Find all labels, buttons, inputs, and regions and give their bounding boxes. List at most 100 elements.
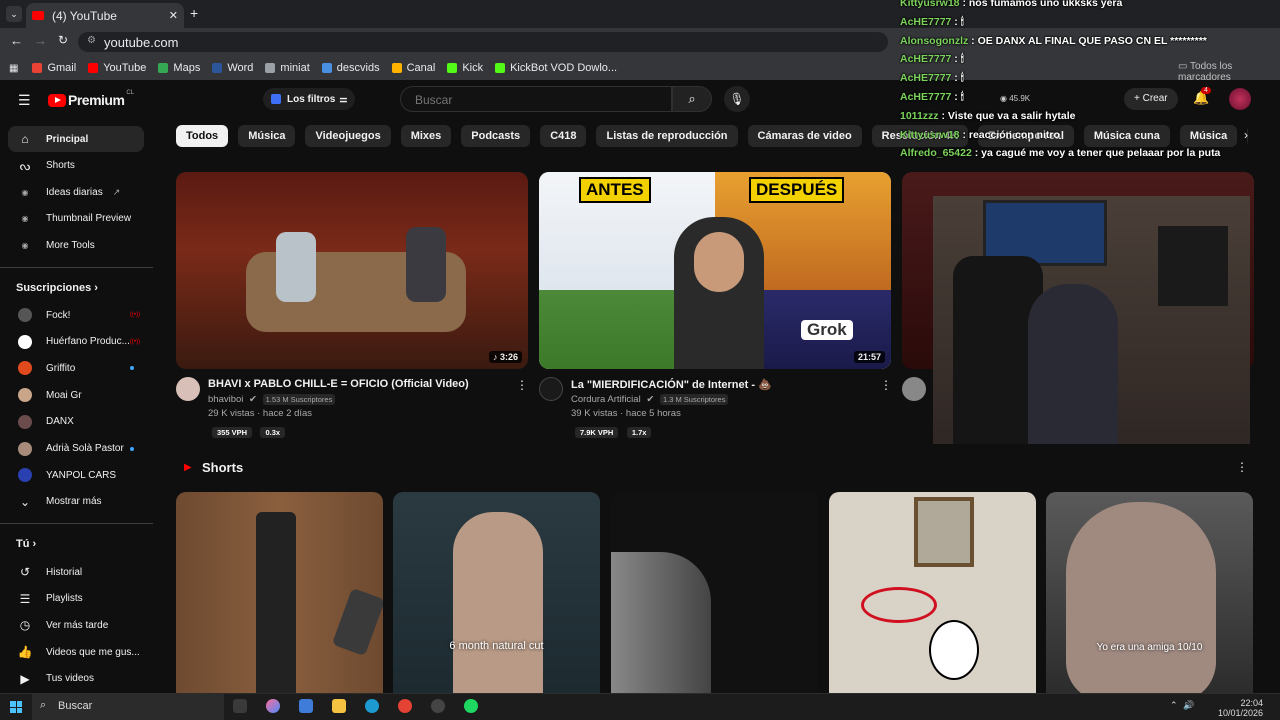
channel-name[interactable]: Cordura Artificial — [571, 394, 641, 405]
file-explorer-icon[interactable] — [332, 699, 346, 713]
stream-viewers: ◉ 45.9K — [1000, 94, 1030, 103]
reload-icon[interactable]: ↻ — [58, 33, 68, 47]
sidebar-item[interactable]: ◉ More Tools — [8, 232, 144, 258]
spotify-icon[interactable] — [464, 699, 478, 713]
apps-grid-icon[interactable]: ▦ — [9, 63, 18, 74]
short-thumbnail[interactable] — [176, 492, 383, 702]
obs-icon[interactable] — [431, 699, 445, 713]
sidebar-item[interactable]: ᔓ Shorts — [8, 153, 144, 179]
category-chip[interactable]: C418 — [540, 125, 587, 147]
notifications-button[interactable]: 🔔 4 — [1193, 87, 1211, 106]
browser-tab[interactable]: (4) YouTube ✕ — [26, 3, 184, 28]
subscription-item[interactable]: Moai Gr — [8, 382, 144, 408]
category-chip[interactable]: Todos — [176, 125, 229, 147]
subscriber-count: 1.53 M Suscriptores — [262, 394, 336, 405]
channel-name[interactable]: bhaviboi — [208, 394, 243, 405]
sidebar-item[interactable]: ◉ Ideas diarias ↗ — [8, 179, 144, 205]
subscriptions-heading[interactable]: Suscripciones › — [16, 282, 98, 294]
menu-icon[interactable]: ☰ — [18, 92, 31, 109]
clock[interactable]: 22:04 10/01/2026 — [1205, 698, 1263, 718]
voice-search-button[interactable]: 🎙 — [724, 86, 750, 112]
back-icon[interactable]: ← — [10, 33, 23, 48]
clock-date: 10/01/2026 — [1217, 708, 1263, 718]
sidebar-item[interactable]: ☰ Playlists — [8, 586, 144, 612]
you-heading[interactable]: Tú › — [16, 538, 36, 550]
bookmark-favicon-icon — [32, 63, 43, 73]
short-thumbnail[interactable] — [611, 492, 818, 702]
bookmark-label: YouTube — [103, 62, 147, 74]
shorts-more-icon[interactable]: ⋮ — [1236, 460, 1248, 474]
category-chip[interactable]: Música — [1179, 125, 1238, 147]
youtube-logo[interactable]: Premium CL — [48, 90, 134, 108]
subscription-item[interactable]: DANX — [8, 409, 144, 435]
logo-text: Premium — [68, 92, 125, 108]
windows-start-icon[interactable] — [10, 701, 22, 713]
short-thumbnail[interactable]: Yo era una amiga 10/10 — [1046, 492, 1253, 702]
channel-avatar[interactable] — [902, 377, 926, 401]
url-field[interactable]: ⚙ youtube.com — [78, 32, 888, 52]
category-chip[interactable]: Mixes — [400, 125, 452, 147]
sidebar-item[interactable]: ▶ Tus videos — [8, 666, 144, 692]
filters-button[interactable]: Los filtros ⚌ — [263, 88, 356, 110]
bookmark-item[interactable]: Kick — [447, 62, 483, 74]
task-view-icon[interactable] — [233, 699, 247, 713]
bookmark-item[interactable]: Maps — [158, 62, 200, 74]
chat-separator: : — [959, 0, 969, 9]
video-title[interactable]: La "MIERDIFICACIÓN" de Internet - 💩 — [571, 378, 772, 391]
bookmark-item[interactable]: Gmail — [32, 62, 76, 74]
subscription-item[interactable]: Huérfano Produc... ((•)) — [8, 329, 144, 355]
sidebar-item[interactable]: ◉ Thumbnail Preview — [8, 206, 144, 232]
tray-chevron-icon[interactable]: ⌃ — [1170, 700, 1178, 711]
search-input[interactable] — [413, 92, 663, 108]
channel-avatar[interactable] — [539, 377, 563, 401]
sidebar-item[interactable]: 👍 Videos que me gus... — [8, 639, 144, 665]
category-chip[interactable]: Música — [238, 125, 296, 147]
forward-icon[interactable]: → — [34, 33, 47, 48]
sidebar-item[interactable]: ◷ Ver más tarde — [8, 612, 144, 638]
video-title[interactable]: BHAVI x PABLO CHILL-E = OFICIO (Official… — [208, 378, 469, 390]
short-thumbnail[interactable]: 6 month natural cut — [393, 492, 600, 702]
more-options-icon[interactable]: ⋮ — [880, 378, 892, 392]
category-chip[interactable]: Cámaras de video — [747, 125, 862, 147]
subscription-item[interactable]: YANPOL CARS — [8, 462, 144, 488]
avatar[interactable] — [1229, 88, 1251, 110]
create-button[interactable]: + Crear — [1124, 88, 1178, 110]
site-info-icon[interactable]: ⚙ — [87, 35, 96, 46]
tab-search-button[interactable]: ⌄ — [6, 6, 22, 22]
bookmark-item[interactable]: YouTube — [88, 62, 146, 74]
channel-avatar[interactable] — [176, 377, 200, 401]
category-chip[interactable]: Videojuegos — [305, 125, 391, 147]
subscription-label: YANPOL CARS — [46, 469, 117, 481]
short-thumbnail[interactable] — [829, 492, 1036, 702]
volume-icon[interactable]: 🔊 — [1183, 700, 1194, 711]
more-options-icon[interactable]: ⋮ — [516, 378, 528, 392]
bookmark-label: Kick — [462, 62, 484, 74]
sidebar-item[interactable]: ⌂ Principal — [8, 126, 144, 152]
video-thumbnail[interactable]: ANTES DESPUÉS Grok 21:57 — [539, 172, 891, 369]
taskbar-search[interactable]: ⌕ Buscar — [32, 694, 224, 720]
show-more-button[interactable]: ⌄ Mostrar más — [8, 489, 144, 515]
bookmark-item[interactable]: descvids — [321, 62, 380, 74]
subscription-item[interactable]: Griffito — [8, 355, 144, 381]
sidebar-item[interactable]: ↺ Historial — [8, 559, 144, 585]
edge-icon[interactable] — [365, 699, 379, 713]
video-thumbnail[interactable]: ♪ 3:26 — [176, 172, 528, 369]
tab-close-icon[interactable]: ✕ — [169, 9, 178, 22]
bookmark-item[interactable]: KickBot VOD Dowlo... — [495, 62, 617, 74]
chrome-icon[interactable] — [398, 699, 412, 713]
shorts-icon: ♪ — [492, 352, 500, 362]
store-icon[interactable] — [299, 699, 313, 713]
search-button[interactable]: ⌕ — [672, 86, 712, 112]
category-chip[interactable]: Listas de reproducción — [596, 125, 738, 147]
bookmark-favicon-icon — [321, 63, 332, 73]
new-tab-icon[interactable]: + — [190, 5, 198, 21]
category-chip[interactable]: Podcasts — [461, 125, 531, 147]
bookmark-item[interactable]: Canal — [391, 62, 435, 74]
copilot-icon[interactable] — [266, 699, 280, 713]
bookmark-item[interactable]: Word — [212, 62, 253, 74]
chips-next-icon[interactable]: › — [1244, 128, 1248, 142]
category-chip[interactable]: Música cuna — [1083, 125, 1170, 147]
bookmark-item[interactable]: miniat — [265, 62, 310, 74]
subscription-item[interactable]: Fock! ((•)) — [8, 302, 144, 328]
subscription-item[interactable]: Adrià Solà Pastor — [8, 436, 144, 462]
